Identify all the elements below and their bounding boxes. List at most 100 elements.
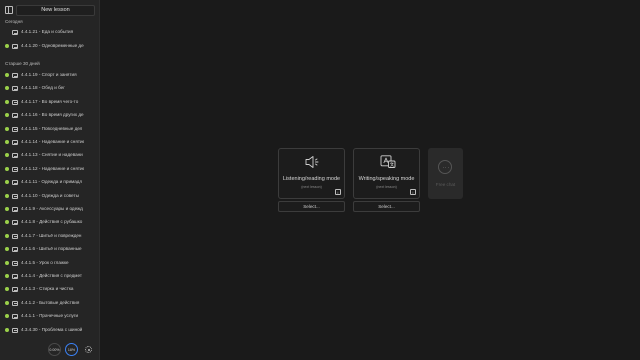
lesson-icon	[12, 314, 18, 320]
completed-dot-icon	[5, 274, 9, 278]
section-today-title: Сегодня	[5, 19, 23, 24]
listening-reading-mode-card[interactable]: Listening/reading mode (next lesson) i	[278, 148, 345, 199]
progress-ring-gray[interactable]: 0.00%	[48, 343, 61, 356]
completed-dot-icon	[5, 220, 9, 225]
completed-dot-icon	[5, 126, 9, 131]
sidebar: New lesson Сегодня 4.4.1.21 - Еда и собы…	[0, 0, 100, 360]
completed-dot-icon	[5, 140, 9, 144]
completed-dot-icon	[5, 180, 9, 185]
lesson-label: 4.4.1.6 - Шитьё и порванные	[21, 246, 82, 252]
lesson-item[interactable]: 4.4.1.3 - Стирка и чистка	[0, 285, 100, 294]
lesson-icon	[12, 193, 18, 199]
lesson-icon	[12, 30, 18, 35]
writing-speaking-mode-card[interactable]: Writing/speaking mode (next lesson) i	[353, 148, 420, 199]
lesson-label: 4.4.1.20 - Одновременные де	[21, 43, 84, 48]
lesson-icon	[12, 73, 18, 78]
lesson-icon	[12, 153, 18, 159]
new-lesson-button[interactable]: New lesson	[16, 5, 95, 16]
progress-ring-blue[interactable]: 18%	[65, 343, 78, 356]
lesson-item[interactable]: 4.4.1.18 - Обед и бег	[0, 84, 100, 93]
lesson-icon	[12, 207, 18, 212]
lesson-icon	[12, 166, 18, 172]
lesson-item[interactable]: 4.4.1.5 - Урок о глажке	[0, 259, 100, 268]
free-chat-card[interactable]: Free chat	[428, 148, 463, 199]
free-chat-label: Free chat	[435, 182, 456, 187]
card-title: Writing/speaking mode	[358, 176, 415, 182]
lesson-item[interactable]: 4.4.1.12 - Надевание и снятие	[0, 165, 100, 174]
completed-dot-icon	[5, 207, 9, 211]
completed-dot-icon	[5, 113, 9, 118]
writing-select-button[interactable]: Select...	[353, 201, 420, 212]
lesson-item[interactable]: 4.4.1.10 - Одежда и советы	[0, 192, 100, 201]
lesson-label: 4.4.1.14 - Надевание и снятие	[21, 139, 84, 144]
translate-icon	[380, 155, 396, 168]
lesson-icon	[12, 274, 18, 279]
lesson-item[interactable]: 4.4.1.13 - Снятие и надевани	[0, 151, 100, 160]
lesson-item[interactable]: 4.4.1.8 - Действия с рубашко	[0, 218, 100, 227]
lesson-label: 4.4.1.3 - Стирка и чистка	[21, 286, 74, 292]
completed-dot-icon	[5, 86, 9, 91]
lesson-item[interactable]: 4.4.1.9 - Аксессуары и одежд	[0, 205, 100, 214]
lesson-item[interactable]: 4.4.1.1 - Прачечные услуги	[0, 312, 100, 321]
lesson-label: 4.4.1.19 - Спорт и занятия	[21, 72, 77, 77]
completed-dot-icon	[5, 99, 9, 104]
completed-dot-icon	[5, 44, 9, 48]
lesson-icon	[12, 86, 18, 92]
completed-dot-icon	[5, 327, 9, 332]
lesson-label: 4.4.1.10 - Одежда и советы	[21, 192, 79, 198]
lesson-icon	[12, 327, 18, 333]
lesson-label: 4.4.1.21 - Еда и события	[21, 29, 74, 34]
sidebar-toggle-icon[interactable]	[5, 6, 13, 14]
lesson-item[interactable]: 4.4.1.14 - Надевание и снятие	[0, 138, 100, 147]
listening-select-button[interactable]: Select...	[278, 201, 345, 212]
lesson-label: 4.4.1.5 - Урок о глажке	[21, 259, 69, 265]
lesson-icon	[12, 140, 18, 145]
lesson-label: 4.4.1.8 - Действия с рубашко	[21, 219, 83, 225]
completed-dot-icon	[5, 233, 9, 238]
lesson-label: 4.4.1.12 - Надевание и снятие	[21, 165, 84, 171]
lesson-label: 4.4.1.15 - Повседневные дел	[21, 125, 83, 131]
lesson-label: 4.3.4.30 - Проблема с шиной	[21, 326, 83, 332]
lesson-icon	[12, 220, 18, 226]
chat-icon	[438, 160, 452, 174]
lesson-label: 4.4.1.16 - Во время других де	[21, 112, 84, 118]
lesson-label: 4.4.1.4 - Действия с предмет	[21, 273, 82, 278]
section-older-title: Старше 30 дней	[5, 61, 40, 66]
lesson-item[interactable]: 4.4.1.15 - Повседневные дел	[0, 125, 100, 134]
lesson-item[interactable]: 4.4.1.16 - Во время других де	[0, 111, 100, 120]
lesson-icon	[12, 113, 18, 119]
lesson-icon	[12, 126, 18, 132]
lesson-label: 4.4.1.2 - Бытовые действия	[21, 299, 80, 305]
lesson-icon	[12, 247, 18, 253]
gear-icon[interactable]	[85, 346, 92, 353]
completed-dot-icon	[5, 153, 9, 158]
lesson-item[interactable]: 4.4.1.6 - Шитьё и порванные	[0, 245, 100, 254]
card-title: Listening/reading mode	[282, 176, 341, 182]
lesson-item[interactable]: 4.4.1.17 - Во время чего-то	[0, 98, 100, 107]
lesson-item[interactable]: 4.4.1.2 - Бытовые действия	[0, 299, 100, 308]
lesson-icon	[12, 180, 18, 186]
completed-dot-icon	[5, 287, 9, 292]
speaker-icon	[305, 156, 319, 168]
lesson-item[interactable]: 4.4.1.20 - Одновременные де	[0, 42, 100, 51]
completed-dot-icon	[5, 314, 9, 319]
info-icon[interactable]: i	[335, 189, 341, 195]
sidebar-footer: 0.00% 18%	[0, 341, 100, 360]
app-window: New lesson Сегодня 4.4.1.21 - Еда и собы…	[0, 0, 640, 360]
lesson-item[interactable]: 4.4.1.19 - Спорт и занятия	[0, 71, 100, 80]
info-icon[interactable]: i	[410, 189, 416, 195]
completed-dot-icon	[5, 260, 9, 265]
lesson-label: 4.4.1.1 - Прачечные услуги	[21, 313, 79, 319]
lesson-item[interactable]: 4.4.1.7 - Шитьё и поврежден	[0, 232, 100, 241]
lesson-item[interactable]: 4.4.1.4 - Действия с предмет	[0, 272, 100, 281]
lesson-item[interactable]: 4.4.1.11 - Одежда и примадл	[0, 178, 100, 187]
lesson-item[interactable]: 4.3.4.30 - Проблема с шиной	[0, 326, 100, 335]
lesson-item[interactable]: 4.4.1.21 - Еда и события	[0, 28, 100, 37]
lesson-icon	[12, 300, 18, 306]
lesson-label: 4.4.1.11 - Одежда и примадл	[21, 179, 83, 185]
lesson-icon	[12, 260, 18, 266]
lesson-label: 4.4.1.13 - Снятие и надевани	[21, 152, 83, 158]
lesson-label: 4.4.1.17 - Во время чего-то	[21, 98, 79, 104]
completed-dot-icon	[5, 247, 9, 252]
lesson-label: 4.4.1.7 - Шитьё и поврежден	[21, 232, 82, 238]
